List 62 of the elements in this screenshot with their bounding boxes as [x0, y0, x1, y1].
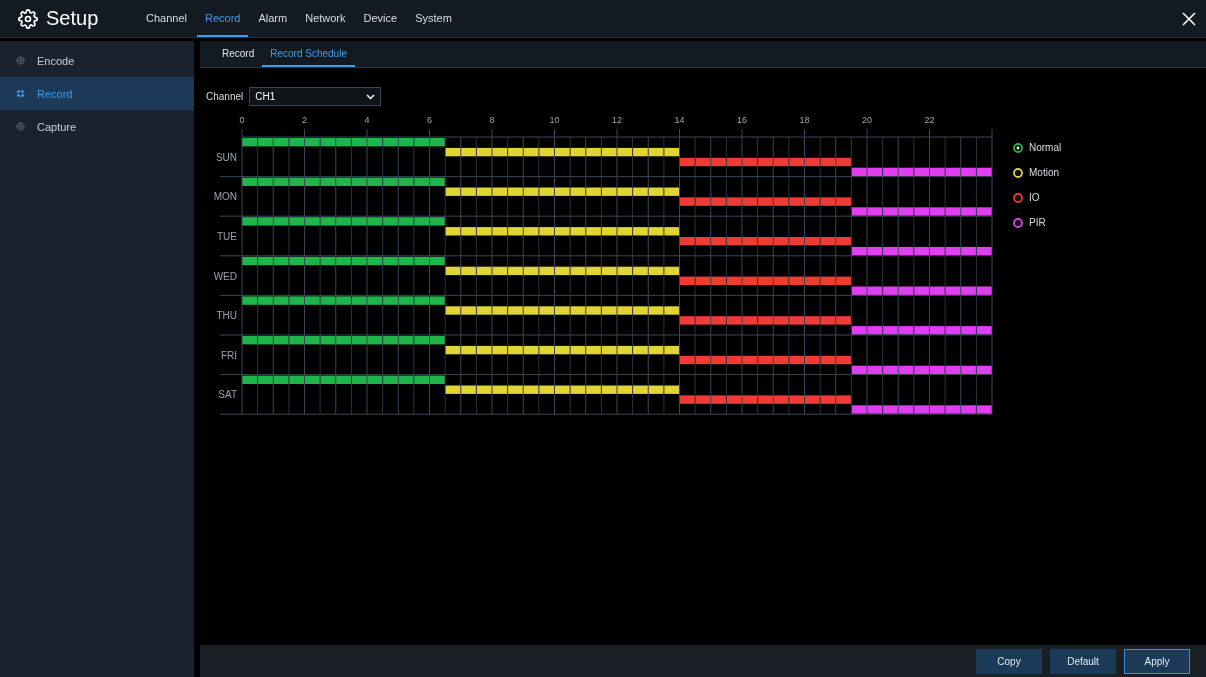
legend-item[interactable]: PIR	[1013, 217, 1062, 228]
schedule-bar[interactable]	[445, 345, 680, 355]
hour-label: 12	[612, 115, 622, 125]
legend-item[interactable]: Motion	[1013, 167, 1062, 178]
sidebar-item[interactable]: Capture	[0, 110, 194, 143]
sidebar-item[interactable]: Encode	[0, 44, 194, 77]
menu-tab[interactable]: Network	[297, 0, 354, 37]
legend-item[interactable]: IO	[1013, 192, 1062, 203]
channel-select[interactable]: CH1	[249, 87, 382, 106]
menu-tab[interactable]: Device	[355, 0, 406, 37]
channel-label: Channel	[206, 91, 244, 102]
schedule-bar[interactable]	[445, 266, 680, 276]
legend-label: Normal	[1029, 142, 1062, 153]
legend-label: PIR	[1029, 217, 1046, 228]
hour-label: 10	[549, 115, 560, 125]
schedule-bar[interactable]	[445, 306, 680, 315]
day-label: SUN	[215, 151, 237, 163]
schedule-bar[interactable]	[445, 227, 680, 236]
hour-label: 2	[302, 115, 307, 125]
day-label: THU	[216, 310, 237, 322]
schedule-bar[interactable]	[445, 147, 680, 157]
day-label: SAT	[218, 389, 237, 401]
chevron-down-icon	[366, 93, 376, 100]
hour-label: 4	[364, 115, 370, 125]
hour-label: 14	[674, 115, 685, 125]
hour-label: 8	[489, 115, 495, 125]
crosshair-icon	[16, 56, 25, 65]
sidebar-label: Encode	[37, 54, 75, 67]
sub-tab[interactable]: Record Schedule	[262, 41, 355, 67]
hour-label: 22	[924, 115, 935, 125]
legend-label: IO	[1029, 192, 1040, 203]
menu-tab[interactable]: System	[407, 0, 460, 37]
settings-icon	[18, 8, 38, 29]
hour-label: 18	[799, 115, 810, 125]
schedule-bar[interactable]	[445, 385, 680, 394]
action-button[interactable]: Default	[1050, 648, 1116, 674]
sidebar-item[interactable]: Record	[0, 77, 194, 110]
hour-label: 6	[427, 115, 432, 125]
action-button[interactable]: Apply	[1124, 648, 1190, 674]
hour-label: 0	[239, 115, 245, 125]
day-label: FRI	[220, 349, 237, 361]
legend-item[interactable]: Normal	[1013, 142, 1062, 153]
schedule-bar[interactable]	[445, 187, 680, 196]
page-title: Setup	[46, 7, 99, 30]
sidebar-label: Capture	[37, 120, 77, 133]
crosshair-icon	[16, 122, 25, 131]
sidebar-label: Record	[37, 87, 73, 100]
close-icon	[1181, 10, 1197, 27]
menu-tab[interactable]: Channel	[138, 0, 195, 37]
hour-label: 20	[862, 115, 872, 125]
action-button[interactable]: Copy	[976, 648, 1042, 674]
schedule-bar[interactable]	[851, 246, 992, 256]
day-label: TUE	[217, 231, 237, 242]
legend-label: Motion	[1029, 167, 1059, 178]
day-label: MON	[213, 191, 237, 203]
day-label: WED	[213, 270, 237, 282]
sub-tab[interactable]: Record	[214, 41, 263, 67]
schedule-bar[interactable]	[242, 256, 446, 266]
hour-label: 16	[737, 115, 747, 125]
crosshair-icon	[16, 89, 25, 98]
menu-tab[interactable]: Alarm	[250, 0, 296, 37]
menu-tab[interactable]: Record	[197, 0, 249, 37]
